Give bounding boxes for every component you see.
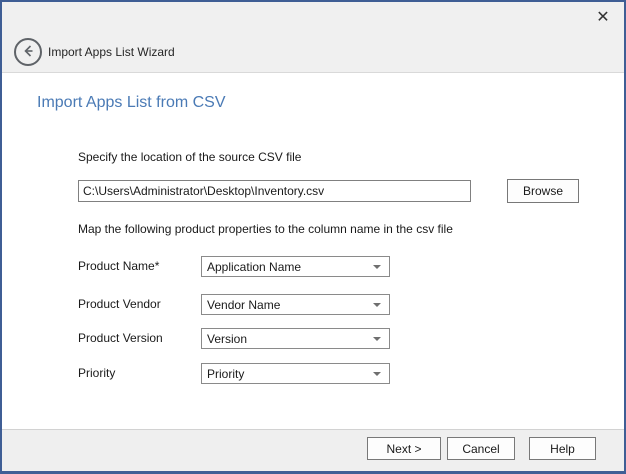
product-name-dropdown[interactable]: Application Name bbox=[201, 256, 390, 277]
browse-button[interactable]: Browse bbox=[507, 179, 579, 203]
import-wizard-window: ✕ Import Apps List Wizard Import Apps Li… bbox=[0, 0, 626, 474]
back-arrow-icon bbox=[20, 43, 36, 62]
csv-path-input[interactable] bbox=[78, 180, 471, 202]
chevron-down-icon bbox=[373, 337, 381, 341]
next-button[interactable]: Next > bbox=[367, 437, 441, 460]
mapping-section-label: Map the following product properties to … bbox=[78, 222, 453, 236]
product-vendor-dropdown-value: Vendor Name bbox=[202, 298, 373, 312]
product-vendor-label: Product Vendor bbox=[78, 297, 161, 311]
wizard-header: ✕ Import Apps List Wizard bbox=[2, 2, 624, 73]
chevron-down-icon bbox=[373, 372, 381, 376]
cancel-button[interactable]: Cancel bbox=[447, 437, 515, 460]
product-version-label: Product Version bbox=[78, 331, 163, 345]
priority-dropdown[interactable]: Priority bbox=[201, 363, 390, 384]
priority-dropdown-value: Priority bbox=[202, 367, 373, 381]
page-title: Import Apps List from CSV bbox=[37, 94, 226, 112]
back-button[interactable] bbox=[14, 38, 42, 66]
close-icon[interactable]: ✕ bbox=[590, 6, 616, 28]
product-name-label: Product Name* bbox=[78, 259, 159, 273]
chevron-down-icon bbox=[373, 303, 381, 307]
help-button[interactable]: Help bbox=[529, 437, 596, 460]
priority-label: Priority bbox=[78, 366, 115, 380]
product-vendor-dropdown[interactable]: Vendor Name bbox=[201, 294, 390, 315]
source-file-label: Specify the location of the source CSV f… bbox=[78, 150, 301, 164]
wizard-title: Import Apps List Wizard bbox=[48, 45, 175, 59]
product-version-dropdown[interactable]: Version bbox=[201, 328, 390, 349]
chevron-down-icon bbox=[373, 265, 381, 269]
product-name-dropdown-value: Application Name bbox=[202, 260, 373, 274]
product-version-dropdown-value: Version bbox=[202, 332, 373, 346]
